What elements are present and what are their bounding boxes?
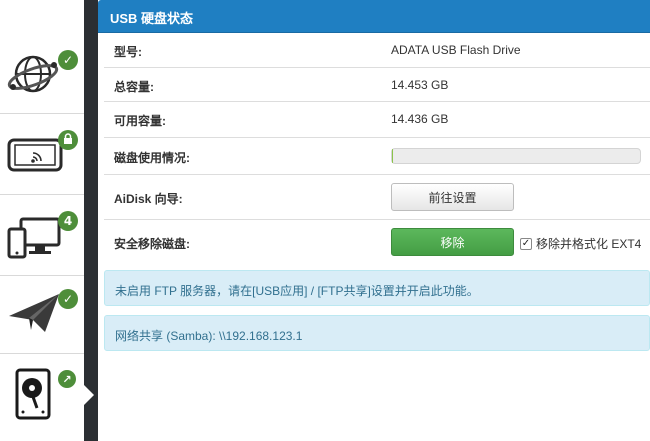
status-badge: ↗ <box>58 370 76 388</box>
check-icon: ✓ <box>62 292 74 306</box>
sidebar: ✓ 4 ✓ ↗ <box>0 0 84 441</box>
total-capacity-value: 14.453 GB <box>391 78 449 92</box>
row-safe-remove: 安全移除磁盘: 移除 ✓ 移除并格式化 EXT4 <box>104 220 650 264</box>
panel-header: USB 硬盘状态 <box>98 0 650 33</box>
devices-icon <box>7 217 61 259</box>
row-model: 型号: ADATA USB Flash Drive <box>104 33 650 68</box>
total-capacity-label: 总容量: <box>114 80 154 94</box>
usb-status-panel: USB 硬盘状态 型号: ADATA USB Flash Drive 总容量: … <box>98 0 650 441</box>
sidebar-item-usb-disk[interactable]: ↗ <box>0 354 84 441</box>
client-count-badge: 4 <box>58 211 78 231</box>
sidebar-item-network-map[interactable]: ✓ <box>0 35 84 115</box>
ftp-alert: 未启用 FTP 服务器，请在[USB应用] / [FTP共享]设置并开启此功能。 <box>104 270 650 306</box>
hard-disk-icon <box>15 368 51 420</box>
row-disk-usage: 磁盘使用情况: <box>104 138 650 175</box>
model-label: 型号: <box>114 45 142 59</box>
format-ext4-label: 移除并格式化 EXT4 <box>536 237 642 251</box>
samba-alert: 网络共享 (Samba): \\192.168.123.1 <box>104 315 650 351</box>
available-capacity-value: 14.436 GB <box>391 112 449 126</box>
external-link-icon: ↗ <box>62 372 72 386</box>
samba-alert-text: 网络共享 (Samba): \\192.168.123.1 <box>115 329 303 343</box>
status-badge: ✓ <box>58 50 78 70</box>
disk-usage-bar <box>391 148 641 164</box>
model-value: ADATA USB Flash Drive <box>391 43 521 57</box>
network-globe-icon <box>7 55 59 93</box>
sidebar-item-guest-network[interactable] <box>0 114 84 194</box>
sidebar-item-clients[interactable]: 4 <box>0 195 84 275</box>
aidisk-label: AiDisk 向导: <box>114 192 183 206</box>
aidisk-setup-button[interactable]: 前往设置 <box>391 183 514 211</box>
row-aidisk: AiDisk 向导: 前往设置 <box>104 175 650 220</box>
check-icon: ✓ <box>62 53 74 67</box>
tablet-wifi-icon <box>7 138 63 172</box>
ftp-alert-text: 未启用 FTP 服务器，请在[USB应用] / [FTP共享]设置并开启此功能。 <box>115 284 479 298</box>
sidebar-item-vpn[interactable]: ✓ <box>0 276 84 354</box>
remove-button[interactable]: 移除 <box>391 228 514 256</box>
safe-remove-label: 安全移除磁盘: <box>114 237 190 251</box>
lock-icon <box>63 133 73 147</box>
status-badge <box>58 130 78 150</box>
row-available-capacity: 可用容量: 14.436 GB <box>104 102 650 138</box>
row-total-capacity: 总容量: 14.453 GB <box>104 68 650 102</box>
format-ext4-checkbox[interactable]: ✓ <box>520 237 532 250</box>
disk-usage-label: 磁盘使用情况: <box>114 151 190 165</box>
active-pointer <box>84 385 94 405</box>
status-badge: ✓ <box>58 289 78 309</box>
format-ext4-option[interactable]: ✓ 移除并格式化 EXT4 <box>520 235 641 252</box>
paper-plane-icon <box>9 294 59 332</box>
panel-title: USB 硬盘状态 <box>110 11 194 26</box>
available-capacity-label: 可用容量: <box>114 114 166 128</box>
